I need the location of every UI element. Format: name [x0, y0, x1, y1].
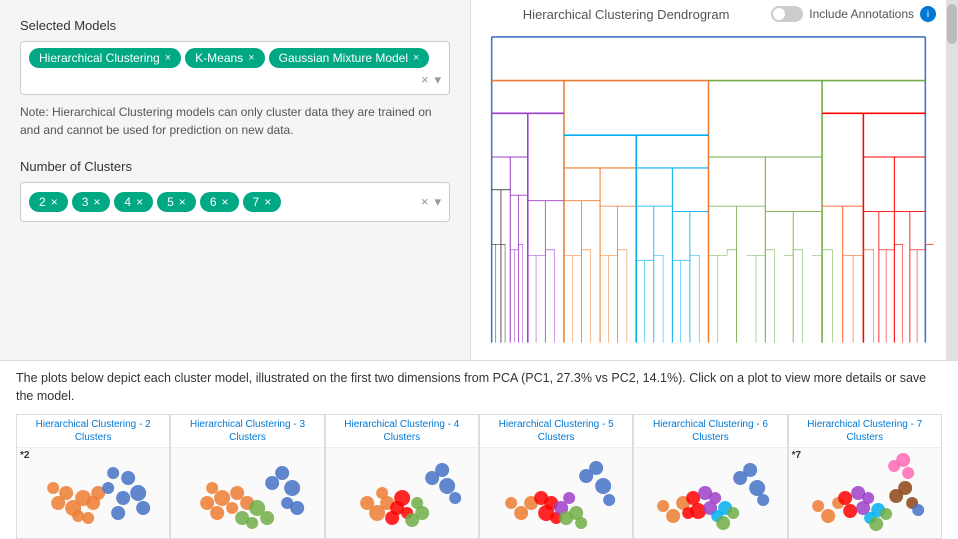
cluster-plot-2-body[interactable]: *2 — [17, 448, 169, 538]
cluster-plot-5[interactable]: Hierarchical Clustering - 5 Clusters — [479, 414, 633, 539]
cluster-plot-4[interactable]: Hierarchical Clustering - 4 Clusters — [325, 414, 479, 539]
cluster-plot-7-body[interactable]: *7 — [789, 448, 941, 538]
cluster-6-label: 6 — [210, 195, 217, 209]
cluster-plot-2-svg — [17, 448, 169, 538]
km-tag-label: K-Means — [195, 51, 243, 65]
toggle-label: Include Annotations — [809, 7, 914, 21]
cluster-plot-5-body[interactable] — [480, 448, 632, 538]
cluster-plot-5-header: Hierarchical Clustering - 5 Clusters — [480, 415, 632, 448]
cluster-2-label: 2 — [39, 195, 46, 209]
gmm-tag-close[interactable]: × — [413, 52, 419, 64]
dendrogram-svg — [471, 26, 946, 354]
cluster-plot-7[interactable]: Hierarchical Clustering - 7 Clusters *7 — [788, 414, 942, 539]
hc-tag-label: Hierarchical Clustering — [39, 51, 160, 65]
cluster-plot-4-body[interactable] — [326, 448, 478, 538]
cluster-plot-7-header: Hierarchical Clustering - 7 Clusters — [789, 415, 941, 448]
cluster-7-close[interactable]: × — [264, 195, 271, 209]
gmm-tag[interactable]: Gaussian Mixture Model × — [269, 48, 430, 68]
cluster-plot-7-svg — [789, 448, 941, 538]
cluster-5-close[interactable]: × — [179, 195, 186, 209]
models-tag-container: Hierarchical Clustering × K-Means × Gaus… — [20, 41, 450, 95]
cluster-6-close[interactable]: × — [222, 195, 229, 209]
cluster-plot-4-header: Hierarchical Clustering - 4 Clusters — [326, 415, 478, 448]
cluster-3-label: 3 — [82, 195, 89, 209]
cluster-plots-container: Hierarchical Clustering - 2 Clusters *2 — [16, 414, 942, 539]
note-text: Note: Hierarchical Clustering models can… — [20, 103, 450, 139]
bottom-section: The plots below depict each cluster mode… — [0, 360, 958, 539]
toggle-area: Include Annotations i — [771, 6, 936, 22]
scrollbar-thumb[interactable] — [947, 4, 957, 44]
cluster-plot-3-body[interactable] — [171, 448, 323, 538]
cluster-plot-7-label: *7 — [792, 450, 801, 461]
cluster-plot-4-svg — [326, 448, 478, 538]
selected-models-label: Selected Models — [20, 18, 450, 33]
cluster-tag-actions: × ▾ — [421, 194, 441, 210]
scrollbar[interactable] — [946, 0, 958, 360]
cluster-3-close[interactable]: × — [93, 195, 100, 209]
cluster-plot-3-svg — [171, 448, 323, 538]
cluster-5-tag[interactable]: 5 × — [157, 192, 196, 212]
cluster-7-tag[interactable]: 7 × — [243, 192, 282, 212]
dendrogram-title: Hierarchical Clustering Dendrogram — [481, 7, 771, 22]
cluster-plot-6-svg — [634, 448, 786, 538]
cluster-4-tag[interactable]: 4 × — [114, 192, 153, 212]
cluster-4-close[interactable]: × — [136, 195, 143, 209]
cluster-plot-2-header: Hierarchical Clustering - 2 Clusters — [17, 415, 169, 448]
cluster-plot-5-svg — [480, 448, 632, 538]
cluster-plot-6-header: Hierarchical Clustering - 6 Clusters — [634, 415, 786, 448]
cluster-4-label: 4 — [124, 195, 131, 209]
info-icon[interactable]: i — [920, 6, 936, 22]
cluster-7-label: 7 — [253, 195, 260, 209]
dendrogram-header: Hierarchical Clustering Dendrogram Inclu… — [471, 0, 946, 26]
clear-all-icon[interactable]: × — [421, 72, 429, 88]
description-text: The plots below depict each cluster mode… — [16, 369, 942, 407]
dropdown-icon[interactable]: ▾ — [434, 72, 441, 88]
cluster-plot-6-body[interactable] — [634, 448, 786, 538]
cluster-3-tag[interactable]: 3 × — [72, 192, 111, 212]
include-annotations-toggle[interactable] — [771, 6, 803, 22]
clusters-tag-container: 2 × 3 × 4 × 5 × 6 × — [20, 182, 450, 222]
km-tag-close[interactable]: × — [248, 52, 254, 64]
tag-actions: × ▾ — [421, 72, 441, 88]
cluster-2-tag[interactable]: 2 × — [29, 192, 68, 212]
cluster-2-close[interactable]: × — [51, 195, 58, 209]
clusters-label: Number of Clusters — [20, 159, 450, 174]
cluster-5-label: 5 — [167, 195, 174, 209]
cluster-plot-2[interactable]: Hierarchical Clustering - 2 Clusters *2 — [16, 414, 170, 539]
cluster-plot-2-label: *2 — [20, 450, 29, 461]
cluster-clear-all-icon[interactable]: × — [421, 194, 429, 210]
dendrogram-panel: Hierarchical Clustering Dendrogram Inclu… — [470, 0, 946, 360]
cluster-6-tag[interactable]: 6 × — [200, 192, 239, 212]
dendrogram-canvas — [471, 26, 946, 354]
gmm-tag-label: Gaussian Mixture Model — [279, 51, 408, 65]
cluster-plot-3-header: Hierarchical Clustering - 3 Clusters — [171, 415, 323, 448]
cluster-plot-6[interactable]: Hierarchical Clustering - 6 Clusters — [633, 414, 787, 539]
hc-tag[interactable]: Hierarchical Clustering × — [29, 48, 181, 68]
cluster-dropdown-icon[interactable]: ▾ — [434, 194, 441, 210]
hc-tag-close[interactable]: × — [165, 52, 171, 64]
km-tag[interactable]: K-Means × — [185, 48, 264, 68]
cluster-plot-3[interactable]: Hierarchical Clustering - 3 Clusters — [170, 414, 324, 539]
